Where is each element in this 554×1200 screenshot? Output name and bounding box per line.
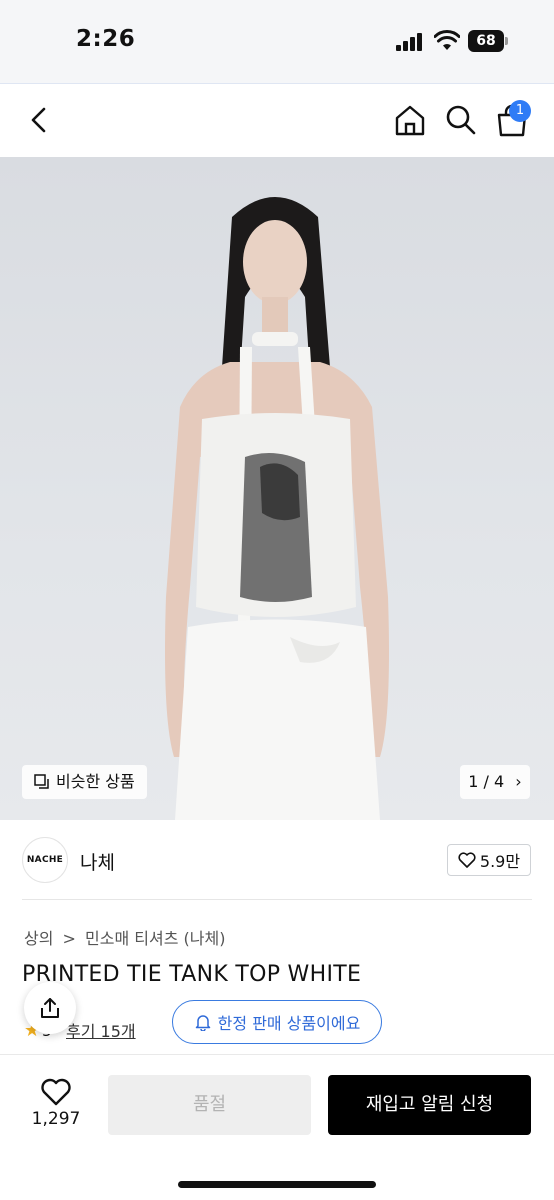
brand-like-count: 5.9만: [479, 852, 521, 871]
restock-alert-button[interactable]: 재입고 알림 신청: [328, 1075, 531, 1135]
search-icon[interactable]: [445, 104, 477, 136]
pager-text: 1 / 4: [468, 772, 505, 791]
limited-sale-badge: 한정 판매 상품이에요: [172, 1000, 382, 1044]
breadcrumb-separator: >: [62, 929, 76, 948]
review-link[interactable]: 후기 15개: [66, 1018, 136, 1042]
wifi-icon: [434, 30, 460, 50]
chevron-right-icon: ›: [515, 772, 522, 791]
limited-sale-label: 한정 판매 상품이에요: [217, 1014, 361, 1033]
image-pager[interactable]: 1 / 4 ›: [460, 765, 530, 799]
breadcrumb-subcategory[interactable]: 민소매 티셔츠 (나체): [85, 929, 225, 948]
share-button[interactable]: [24, 982, 76, 1034]
share-icon: [41, 998, 59, 1018]
heart-icon: [458, 852, 476, 868]
battery-icon: 68: [468, 30, 508, 52]
copy-icon: [34, 774, 49, 789]
product-title: PRINTED TIE TANK TOP WHITE: [22, 962, 362, 987]
signal-icon: [396, 33, 424, 51]
back-icon[interactable]: [24, 105, 54, 135]
cart-count-badge: 1: [509, 100, 531, 122]
product-image[interactable]: 비슷한 상품 1 / 4 ›: [0, 157, 554, 820]
wishlist-count: 1,297: [31, 1109, 81, 1129]
similar-products-button[interactable]: 비슷한 상품: [22, 765, 147, 799]
home-indicator: [178, 1181, 376, 1188]
home-icon[interactable]: [393, 103, 427, 137]
top-nav: [0, 85, 554, 157]
divider: [22, 899, 532, 900]
breadcrumb: 상의 > 민소매 티셔츠 (나체): [24, 925, 225, 949]
breadcrumb-category[interactable]: 상의: [24, 929, 53, 948]
bottom-action-bar: 1,297 품절 재입고 알림 신청: [0, 1054, 554, 1200]
bell-icon: [195, 1015, 210, 1031]
brand-row: NACHE 나체 5.9만: [0, 820, 554, 900]
brand-logo[interactable]: NACHE: [22, 837, 68, 883]
wishlist-heart-icon[interactable]: [40, 1077, 72, 1107]
status-time: 2:26: [76, 26, 136, 52]
brand-name[interactable]: 나체: [80, 848, 115, 875]
similar-products-label: 비슷한 상품: [56, 772, 135, 791]
status-bar: 2:26 68: [0, 0, 554, 84]
battery-level: 68: [468, 30, 504, 52]
model-photo: [165, 197, 389, 820]
brand-like-button[interactable]: 5.9만: [447, 844, 531, 876]
soldout-button: 품절: [108, 1075, 311, 1135]
